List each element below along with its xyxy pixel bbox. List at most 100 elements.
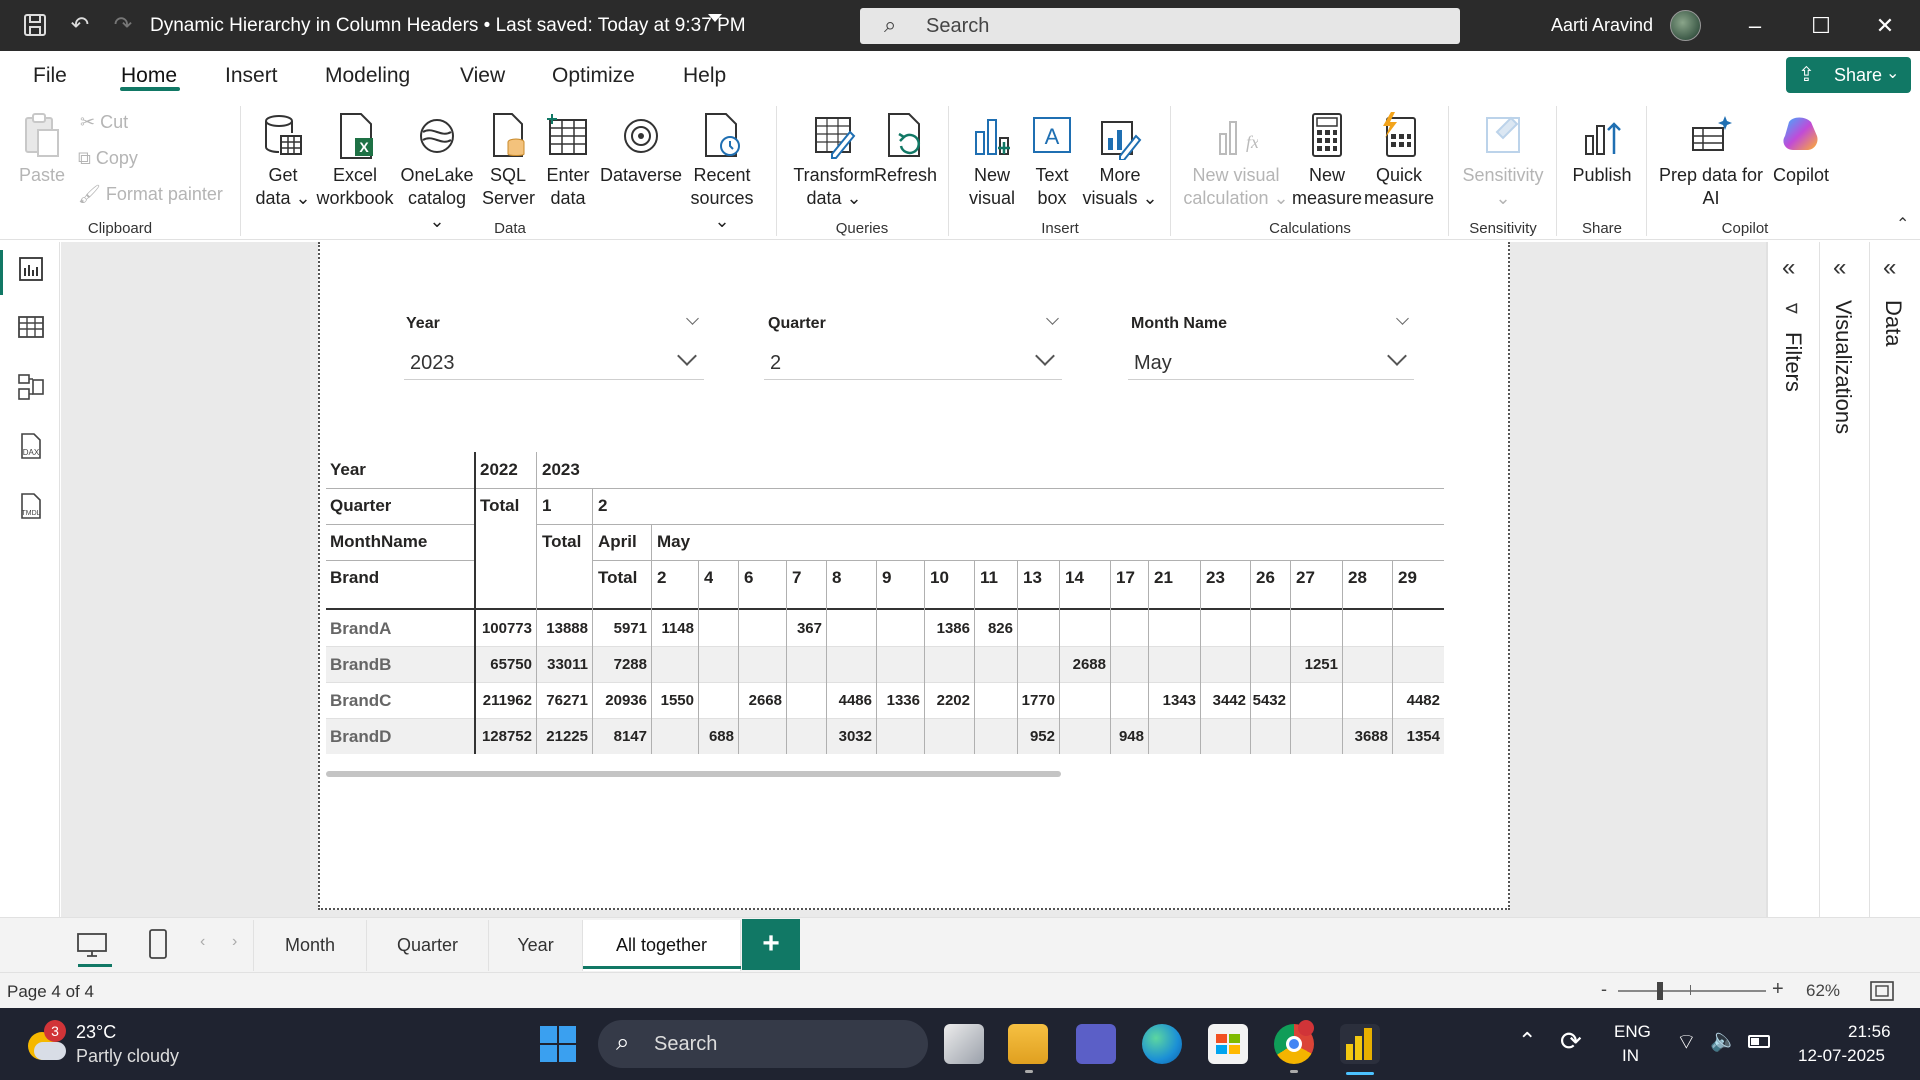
enter-data-button[interactable]: Enter data [540, 112, 596, 210]
slicer-quarter-dropdown[interactable]: 2 [764, 346, 1062, 380]
paste-button[interactable]: Paste [18, 112, 66, 187]
slicer-month-label: Month Name [1131, 315, 1227, 332]
teams-icon[interactable] [1076, 1024, 1116, 1064]
zoom-level[interactable]: 62% [1806, 981, 1840, 1001]
visualizations-pane-collapsed[interactable]: « Visualizations [1819, 242, 1869, 917]
copilot-button[interactable]: Copilot [1764, 112, 1838, 187]
sync-icon[interactable]: ⟳ [1560, 1026, 1582, 1057]
taskbar-search-box[interactable]: ⌕ Search [598, 1020, 928, 1068]
matrix-visual[interactable]: Year Quarter MonthName Brand 2022 2023 Total 1 2… [326, 452, 1444, 757]
excel-workbook-button[interactable]: X Excel workbook [313, 112, 397, 210]
menu-home[interactable]: Home [121, 64, 177, 88]
desktop-layout-icon[interactable] [76, 932, 108, 958]
cut-button[interactable]: ✂ Cut [80, 112, 128, 133]
menu-modeling[interactable]: Modeling [325, 64, 410, 88]
edge-icon[interactable] [1142, 1024, 1182, 1064]
search-input[interactable]: ⌕ Search [860, 8, 1460, 44]
menu-optimize[interactable]: Optimize [552, 64, 635, 88]
onelake-catalog-button[interactable]: OneLake catalog ⌄ [399, 112, 475, 233]
slicer-year-dropdown[interactable]: 2023 [404, 346, 704, 380]
sensitivity-button[interactable]: Sensitivity ⌄ [1458, 112, 1548, 210]
zoom-in-button[interactable]: + [1772, 978, 1784, 1001]
menu-view[interactable]: View [460, 64, 505, 88]
expand-filters-icon[interactable]: « [1782, 254, 1795, 282]
clock-time[interactable]: 21:56 [1848, 1022, 1891, 1042]
refresh-button[interactable]: Refresh [874, 112, 937, 187]
new-visual-calculation-button[interactable]: fx New visual calculation ⌄ [1176, 112, 1296, 210]
menu-insert[interactable]: Insert [225, 64, 278, 88]
expand-visualizations-icon[interactable]: « [1833, 254, 1846, 282]
title-dropdown-icon[interactable] [708, 14, 722, 22]
horizontal-scrollbar[interactable] [326, 771, 1061, 777]
file-explorer-icon[interactable] [1008, 1024, 1048, 1064]
weather-temperature[interactable]: 23°C [76, 1022, 116, 1043]
report-view-icon[interactable] [16, 254, 46, 284]
transform-data-button[interactable]: Transform data ⌄ [788, 112, 880, 210]
quick-measure-button[interactable]: Quick measure [1362, 112, 1436, 210]
format-painter-button[interactable]: 🖌 Format painter [78, 184, 223, 205]
table-view-icon[interactable] [16, 312, 46, 342]
clock-date[interactable]: 12-07-2025 [1798, 1046, 1885, 1066]
mobile-layout-icon[interactable] [148, 928, 168, 960]
collapse-ribbon-icon[interactable]: ⌃ [1896, 214, 1909, 234]
battery-icon[interactable] [1748, 1035, 1770, 1048]
sql-server-button[interactable]: SQL Server [482, 112, 535, 210]
dataverse-button[interactable]: Dataverse [598, 112, 684, 187]
menu-help[interactable]: Help [683, 64, 726, 88]
add-page-button[interactable]: + [742, 919, 800, 970]
language-code[interactable]: ENG [1614, 1022, 1651, 1042]
zoom-out-button[interactable]: - [1601, 979, 1607, 1000]
recent-sources-button[interactable]: Recent sources ⌄ [684, 112, 760, 233]
tmdl-view-icon[interactable]: TMDL [16, 492, 46, 522]
tab-scroll-left-icon[interactable]: ‹ [200, 933, 205, 951]
close-icon[interactable]: ✕ [1862, 10, 1908, 42]
prep-data-for-ai-button[interactable]: Prep data for AI [1654, 112, 1768, 210]
zoom-slider-thumb[interactable] [1657, 982, 1663, 1000]
minimize-icon[interactable]: – [1732, 10, 1778, 42]
weather-icon[interactable]: 3 [26, 1020, 66, 1064]
ribbon-separator [1170, 106, 1171, 236]
menu-file[interactable]: File [33, 64, 67, 88]
power-bi-icon[interactable] [1340, 1024, 1380, 1064]
region-code[interactable]: IN [1622, 1046, 1639, 1066]
wifi-icon[interactable]: ⌔ [1676, 1028, 1697, 1056]
publish-label: Publish [1572, 165, 1632, 185]
filters-pane-collapsed[interactable]: « ⊲ Filters [1767, 242, 1819, 917]
expand-data-icon[interactable]: « [1883, 254, 1896, 282]
save-icon[interactable] [22, 12, 48, 38]
new-measure-button[interactable]: New measure [1290, 112, 1364, 210]
fit-to-page-icon[interactable] [1870, 981, 1894, 1001]
publish-button[interactable]: Publish [1566, 112, 1638, 187]
weather-description[interactable]: Partly cloudy [76, 1046, 179, 1067]
task-view-icon[interactable] [944, 1024, 984, 1064]
matrix-cell: 3032 [838, 728, 872, 745]
tab-year[interactable]: Year [489, 920, 583, 971]
maximize-icon[interactable]: ☐ [1798, 10, 1844, 42]
column-header-quarter-total: Total [480, 496, 520, 515]
tab-scroll-right-icon[interactable]: › [232, 933, 237, 951]
tab-month[interactable]: Month [253, 920, 367, 971]
redo-icon[interactable]: ↷ [110, 12, 136, 38]
microsoft-store-icon[interactable] [1208, 1024, 1248, 1064]
more-visuals-button[interactable]: More visuals ⌄ [1082, 112, 1158, 210]
copy-button[interactable]: ⧉ Copy [78, 148, 138, 169]
model-view-icon[interactable] [16, 372, 46, 402]
avatar[interactable] [1670, 10, 1701, 41]
tab-all-together[interactable]: All together [583, 920, 741, 971]
new-visual-button[interactable]: New visual [962, 112, 1022, 210]
windows-start-icon[interactable] [540, 1026, 576, 1062]
undo-icon[interactable]: ↶ [67, 12, 93, 38]
share-button[interactable]: ⇪ Share ⌄ [1786, 57, 1911, 93]
volume-icon[interactable]: 🔈 [1710, 1027, 1737, 1053]
user-name[interactable]: Aarti Aravind [1551, 15, 1653, 36]
text-box-button[interactable]: A Text box [1024, 112, 1080, 210]
slicer-month-dropdown[interactable]: May [1128, 346, 1414, 380]
tab-quarter[interactable]: Quarter [367, 920, 489, 971]
column-header-day: 11 [980, 568, 998, 587]
dax-query-view-icon[interactable]: DAX [16, 432, 46, 462]
zoom-slider-track[interactable] [1618, 990, 1766, 992]
data-pane-collapsed[interactable]: « Data [1869, 242, 1920, 917]
show-hidden-icons-icon[interactable]: ⌃ [1518, 1028, 1536, 1054]
cut-label: Cut [100, 112, 129, 132]
get-data-button[interactable]: Get data ⌄ [255, 112, 311, 210]
